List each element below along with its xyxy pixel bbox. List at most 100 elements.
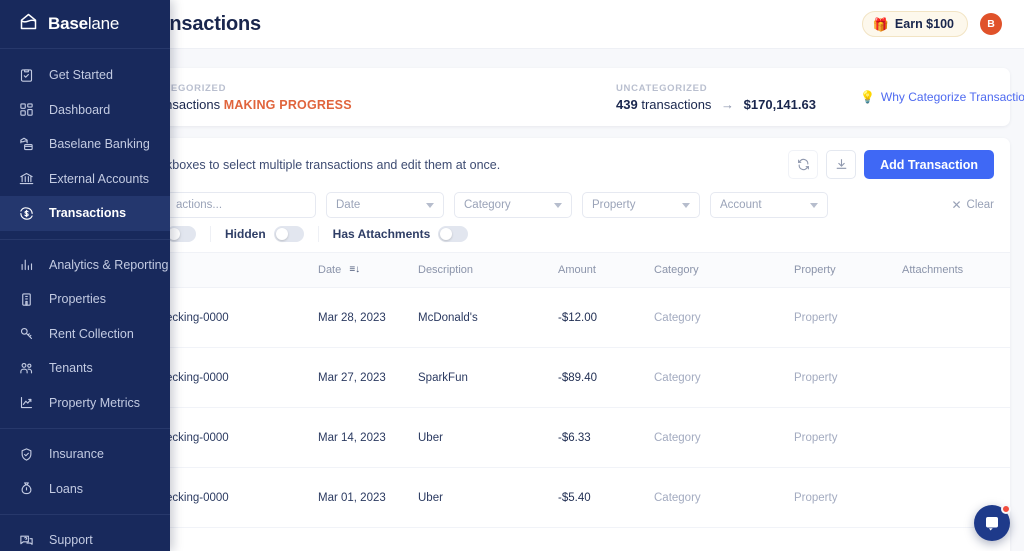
download-button[interactable] (826, 150, 857, 179)
cell-attachments[interactable] (902, 287, 1010, 348)
bar-chart-icon (18, 256, 35, 273)
sidebar-divider-2 (0, 428, 170, 429)
categorized-line: transactions MAKING PROGRESS (150, 97, 610, 112)
toggle-row: Hidden Has Attachments (130, 222, 1010, 252)
sidebar-item-get-started[interactable]: Get Started (0, 58, 170, 93)
search-input[interactable]: actions... (166, 192, 316, 218)
toggle-hidden-switch[interactable] (273, 226, 304, 242)
sidebar-item-rent-collection[interactable]: Rent Collection (0, 317, 170, 352)
filter-date-select[interactable]: Date (326, 192, 444, 218)
hint-row: kboxes to select multiple transactions a… (130, 138, 1010, 187)
sidebar-item-tenants[interactable]: Tenants (0, 351, 170, 386)
sidebar-item-transactions[interactable]: Transactions (0, 196, 170, 231)
sidebar-item-properties[interactable]: Properties (0, 282, 170, 317)
bank-building-icon (18, 170, 35, 187)
clear-filters-button[interactable]: ✕ Clear (951, 198, 994, 212)
arrow-icon: → (721, 96, 735, 112)
why-categorize-label: Why Categorize Transactions (880, 90, 1024, 104)
column-property[interactable]: Property (794, 252, 902, 288)
cell-property[interactable]: Property (794, 467, 902, 528)
card-actions: Add Transaction (788, 150, 994, 179)
sort-desc-icon[interactable]: ≡↓ (349, 264, 360, 275)
earn-100-badge[interactable]: 🎁 Earn $100 (861, 11, 968, 37)
cell-category[interactable]: Category (654, 467, 794, 528)
toggle-has-attachments-label: Has Attachments (332, 227, 431, 241)
column-amount[interactable]: Amount (558, 252, 654, 288)
filter-account-select[interactable]: Account (710, 192, 828, 218)
table-body: ecking-0000 Mar 28, 2023 McDonald's -$12… (130, 287, 1010, 528)
cell-attachments[interactable] (902, 347, 1010, 408)
brand-name-light: lane (87, 14, 120, 33)
uncategorized-kicker: UNCATEGORIZED (616, 82, 708, 94)
cell-category[interactable]: Category (654, 287, 794, 348)
toggle-first-switch[interactable] (166, 226, 196, 242)
cell-amount: -$6.33 (558, 407, 654, 468)
cell-property[interactable]: Property (794, 287, 902, 348)
chat-widget-button[interactable] (974, 504, 1011, 541)
sidebar-item-baselane-banking[interactable]: Baselane Banking (0, 127, 170, 162)
key-icon (18, 325, 35, 342)
cell-category[interactable]: Category (654, 347, 794, 408)
column-date[interactable]: Date ≡↓ (318, 252, 418, 288)
uncategorized-summary: UNCATEGORIZED 439 transactions → $170,14… (610, 83, 816, 112)
cell-description: SparkFun (418, 347, 558, 408)
table-row[interactable]: ecking-0000 Mar 28, 2023 McDonald's -$12… (130, 287, 1010, 348)
sidebar-item-label: Baselane Banking (49, 137, 150, 152)
brand[interactable]: Baselane (0, 0, 170, 49)
uncategorized-amount: $170,141.63 (743, 96, 816, 112)
filter-row: actions... Date Category Property Accoun… (130, 187, 1010, 222)
sidebar-item-property-metrics[interactable]: Property Metrics (0, 386, 170, 421)
cell-property[interactable]: Property (794, 407, 902, 468)
toggle-hidden-label: Hidden (225, 227, 266, 241)
toggle-hidden[interactable]: Hidden (210, 226, 318, 242)
toggle-has-attachments-switch[interactable] (438, 226, 469, 242)
money-bag-icon (18, 480, 35, 497)
people-icon (18, 360, 35, 377)
column-description[interactable]: Description (418, 252, 558, 288)
add-transaction-button[interactable]: Add Transaction (864, 150, 994, 179)
sidebar-item-external-accounts[interactable]: External Accounts (0, 162, 170, 197)
sidebar-item-insurance[interactable]: Insurance (0, 437, 170, 472)
earn-badge-label: Earn $100 (894, 17, 954, 31)
cell-category[interactable]: Category (654, 407, 794, 468)
filter-property-select[interactable]: Property (582, 192, 700, 218)
column-attachments[interactable]: Attachments (902, 252, 1010, 288)
cell-date: Mar 01, 2023 (318, 467, 418, 528)
brand-name-strong: Base (48, 14, 88, 33)
cell-description: McDonald's (418, 287, 558, 348)
clipboard-check-icon (18, 67, 35, 84)
chat-help-icon (18, 532, 35, 549)
categorized-kicker: CATEGORIZED (150, 82, 227, 94)
chevron-down-icon (426, 202, 434, 208)
avatar[interactable]: B (980, 13, 1002, 35)
toggle-first[interactable] (166, 226, 210, 242)
sidebar-item-label: Tenants (49, 361, 93, 376)
sidebar-item-label: Loans (49, 481, 84, 496)
table-row[interactable]: ecking-0000 Mar 01, 2023 Uber -$5.40 Cat… (130, 467, 1010, 528)
cell-amount: -$12.00 (558, 287, 654, 348)
sidebar-item-support[interactable]: Support (0, 523, 170, 551)
shield-check-icon (18, 446, 35, 463)
column-category[interactable]: Category (654, 252, 794, 288)
transactions-card: kboxes to select multiple transactions a… (130, 138, 1010, 551)
sidebar-item-dashboard[interactable]: Dashboard (0, 93, 170, 128)
cell-amount: -$89.40 (558, 347, 654, 408)
filter-date-label: Date (336, 199, 361, 211)
why-categorize-link[interactable]: 💡 Why Categorize Transactions (860, 90, 1024, 104)
cell-property[interactable]: Property (794, 347, 902, 408)
categorization-summary-card: CATEGORIZED transactions MAKING PROGRESS… (130, 68, 1024, 126)
sidebar-divider-1 (0, 238, 170, 240)
brand-name: Baselane (48, 14, 119, 34)
toggle-has-attachments[interactable]: Has Attachments (317, 226, 483, 242)
cell-attachments[interactable] (902, 407, 1010, 468)
sidebar-item-analytics-reporting[interactable]: Analytics & Reporting (0, 248, 170, 283)
table-row[interactable]: ecking-0000 Mar 27, 2023 SparkFun -$89.4… (130, 347, 1010, 408)
refresh-button[interactable] (788, 150, 819, 179)
filter-category-select[interactable]: Category (454, 192, 572, 218)
app-root: Transactions 🎁 Earn $100 B CATEGORIZED t… (0, 0, 1024, 551)
gift-icon: 🎁 (872, 16, 889, 32)
table-row[interactable]: ecking-0000 Mar 14, 2023 Uber -$6.33 Cat… (130, 407, 1010, 468)
sidebar-item-loans[interactable]: Loans (0, 472, 170, 507)
sidebar-item-label: Properties (49, 292, 106, 307)
chevron-down-icon (810, 202, 818, 208)
